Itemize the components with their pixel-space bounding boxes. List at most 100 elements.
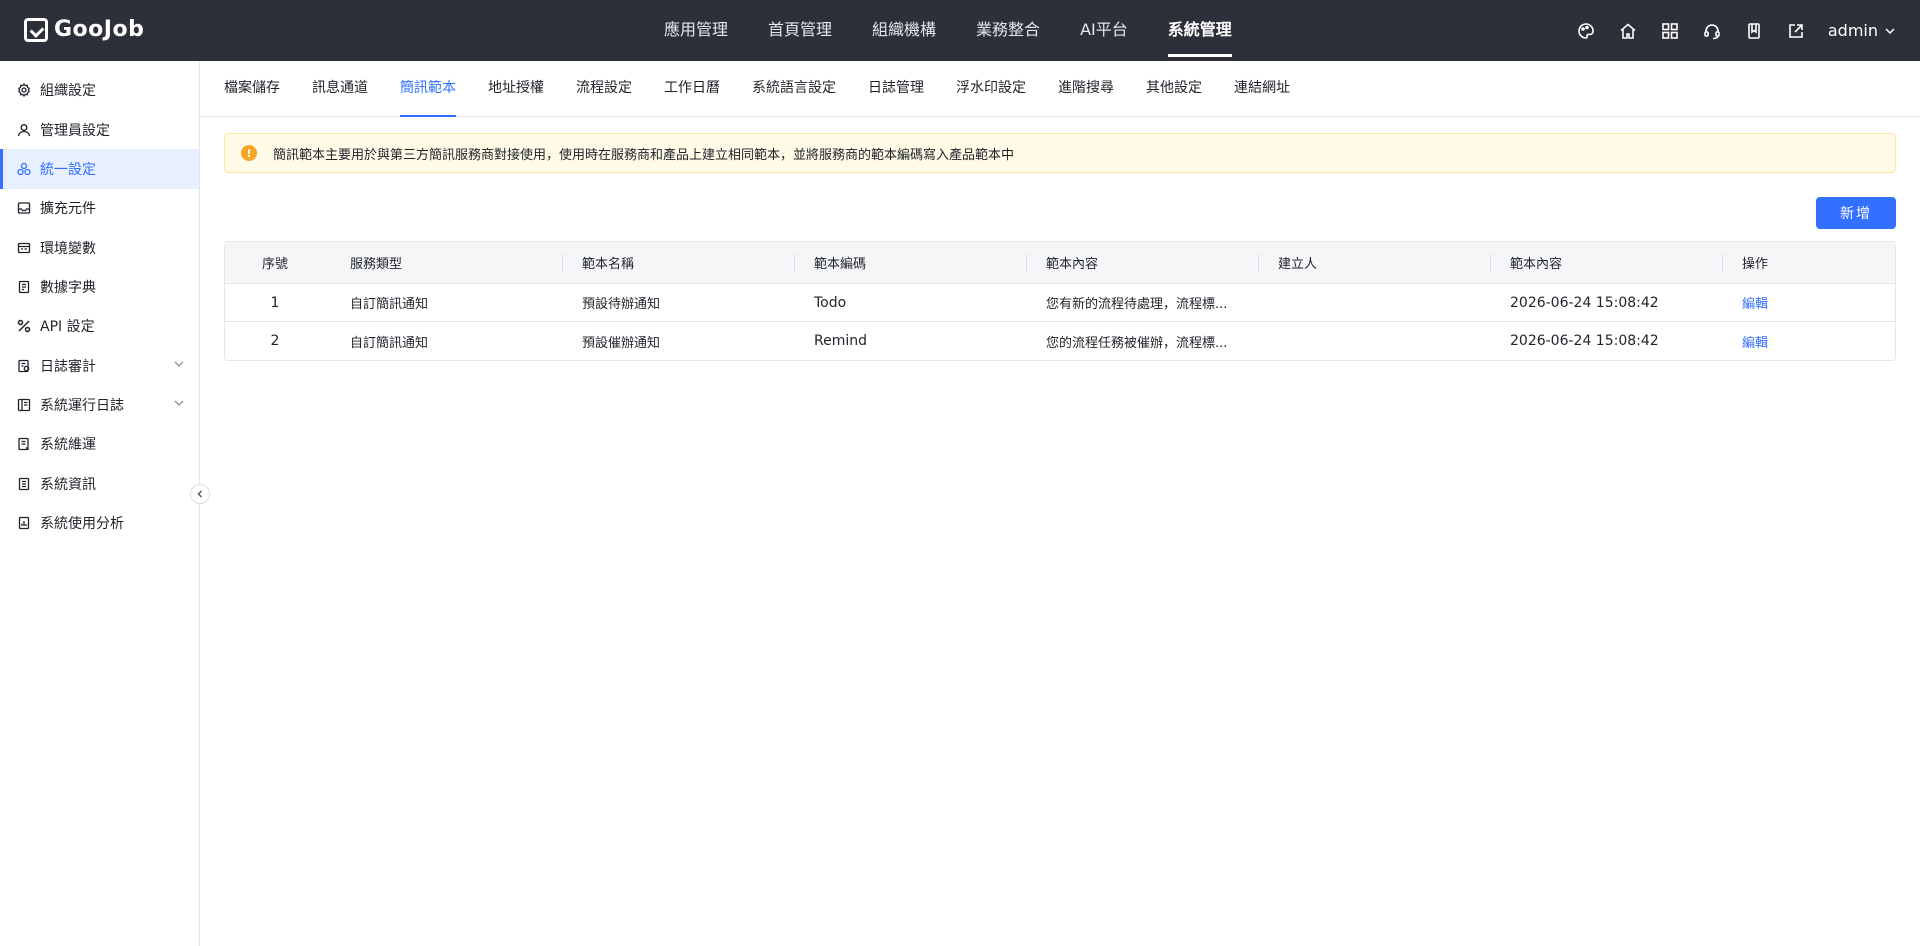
tab-file-storage[interactable]: 檔案儲存: [224, 61, 280, 117]
table-header: 序號 服務類型 範本名稱 範本編碼 範本內容 建立人 範本內容 操作: [225, 242, 1895, 284]
chevron-down-icon: [174, 361, 184, 367]
column-header: 範本名稱: [582, 257, 635, 272]
palette-icon[interactable]: [1576, 21, 1596, 41]
cell-created-time: 2026-06-24 15:08:42: [1510, 333, 1659, 349]
column-header: 序號: [261, 257, 288, 272]
topnav-item-ai[interactable]: AI平台: [1080, 0, 1128, 61]
column-header: 建立人: [1278, 257, 1318, 272]
cell-service-type: 自訂簡訊通知: [350, 297, 429, 312]
log-icon: [16, 397, 32, 413]
cell-creator: [1278, 322, 1478, 360]
topnav-item-org[interactable]: 組織機構: [872, 0, 936, 61]
sidebar-item-label: 日誌審計: [40, 359, 96, 375]
sidebar-item-label: 組織設定: [40, 83, 96, 99]
tab-language-settings[interactable]: 系統語言設定: [752, 61, 836, 117]
sidebar-item-label: 統一設定: [40, 162, 96, 178]
sidebar: 組織設定 管理員設定 統一設定 擴充元件 環境變數 數據字典 API 設定 日誌…: [0, 61, 200, 946]
top-bar: GooJob 應用管理 首頁管理 組織機構 業務整合 AI平台 系統管理 adm…: [0, 0, 1920, 61]
sidebar-item-usage-analysis[interactable]: 系統使用分析: [0, 503, 199, 543]
export-icon[interactable]: [1786, 21, 1806, 41]
edit-link[interactable]: 編輯: [1742, 322, 1882, 360]
edit-link[interactable]: 編輯: [1742, 284, 1882, 321]
add-template-button[interactable]: 新增: [1816, 197, 1896, 229]
sidebar-item-label: 管理員設定: [40, 123, 110, 139]
cell-no: 2: [270, 333, 280, 349]
sidebar-item-admin-settings[interactable]: 管理員設定: [0, 110, 199, 150]
tab-advanced-search[interactable]: 進階搜尋: [1058, 61, 1114, 117]
sms-template-table: 序號 服務類型 範本名稱 範本編碼 範本內容 建立人 範本內容 操作 1 自訂簡…: [224, 241, 1896, 361]
sidebar-item-audit-log[interactable]: 日誌審計: [0, 346, 199, 386]
sidebar-item-system-info[interactable]: 系統資訊: [0, 464, 199, 504]
api-icon: [16, 318, 32, 334]
sidebar-item-unified-settings[interactable]: 統一設定: [0, 149, 199, 189]
tab-watermark-settings[interactable]: 浮水印設定: [956, 61, 1026, 117]
tab-sms-template[interactable]: 簡訊範本: [400, 61, 456, 117]
tab-message-channel[interactable]: 訊息通道: [312, 61, 368, 117]
variable-icon: [16, 240, 32, 256]
tab-work-calendar[interactable]: 工作日曆: [664, 61, 720, 117]
alert-text: 簡訊範本主要用於與第三方簡訊服務商對接使用，使用時在服務商和產品上建立相同範本，…: [273, 147, 1015, 163]
cell-template-name: 預設待辦通知: [582, 297, 661, 312]
sidebar-item-org-settings[interactable]: 組織設定: [0, 70, 199, 110]
top-right-tools: admin: [1576, 0, 1896, 61]
dictionary-icon: [16, 279, 32, 295]
info-icon: [16, 476, 32, 492]
sidebar-item-extensions[interactable]: 擴充元件: [0, 188, 199, 228]
user-icon: [16, 122, 32, 138]
gear-icon: [16, 82, 32, 98]
topnav-item-apps[interactable]: 應用管理: [664, 0, 728, 61]
apps-grid-icon[interactable]: [1660, 21, 1680, 41]
tab-link-urls[interactable]: 連結網址: [1234, 61, 1290, 117]
home-icon[interactable]: [1618, 21, 1638, 41]
cell-template-code: Remind: [814, 333, 867, 349]
sidebar-item-label: 擴充元件: [40, 201, 96, 217]
cell-template-content: 您有新的流程待處理，流程標...: [1046, 297, 1228, 312]
column-header: 範本內容: [1046, 257, 1099, 272]
sidebar-item-data-dictionary[interactable]: 數據字典: [0, 267, 199, 307]
sidebar-item-maintenance[interactable]: 系統維運: [0, 424, 199, 464]
brand-logo[interactable]: GooJob: [24, 17, 144, 42]
column-header: 範本編碼: [814, 257, 867, 272]
sidebar-collapse-button[interactable]: [190, 484, 210, 504]
book-icon[interactable]: [1744, 21, 1764, 41]
column-header: 範本內容: [1510, 257, 1563, 272]
user-menu[interactable]: admin: [1828, 21, 1896, 40]
table-row: 2 自訂簡訊通知 預設催辦通知 Remind 您的流程任務被催辦，流程標... …: [225, 322, 1895, 360]
topnav-item-integration[interactable]: 業務整合: [976, 0, 1040, 61]
tab-log-management[interactable]: 日誌管理: [868, 61, 924, 117]
tab-address-auth[interactable]: 地址授權: [488, 61, 544, 117]
chevron-down-icon: [1885, 27, 1895, 34]
maintenance-icon: [16, 436, 32, 452]
topnav-item-home[interactable]: 首頁管理: [768, 0, 832, 61]
sidebar-item-label: 系統使用分析: [40, 516, 124, 532]
column-divider: [794, 254, 795, 272]
column-divider: [562, 254, 563, 272]
brand-name: GooJob: [54, 17, 145, 42]
audit-icon: [16, 358, 32, 374]
sidebar-item-label: API 設定: [40, 319, 95, 335]
tab-flow-settings[interactable]: 流程設定: [576, 61, 632, 117]
logo-mark-icon: [24, 17, 48, 42]
settings-tabs: 檔案儲存 訊息通道 簡訊範本 地址授權 流程設定 工作日曆 系統語言設定 日誌管…: [200, 61, 1920, 117]
sidebar-item-label: 系統資訊: [40, 477, 96, 493]
column-header: 操作: [1742, 257, 1769, 272]
cell-no: 1: [270, 294, 280, 311]
sidebar-item-runtime-log[interactable]: 系統運行日誌: [0, 385, 199, 425]
column-divider: [1258, 254, 1259, 272]
headset-icon[interactable]: [1702, 21, 1722, 41]
user-name: admin: [1827, 21, 1878, 40]
cell-template-name: 預設催辦通知: [582, 335, 661, 351]
topnav-item-system[interactable]: 系統管理: [1167, 0, 1232, 61]
tab-other-settings[interactable]: 其他設定: [1146, 61, 1202, 117]
sidebar-item-label: 數據字典: [40, 280, 96, 296]
cell-service-type: 自訂簡訊通知: [350, 335, 429, 351]
analysis-icon: [16, 515, 32, 531]
sidebar-item-label: 系統運行日誌: [40, 398, 124, 414]
chevron-left-icon: [197, 490, 203, 498]
sidebar-item-api-settings[interactable]: API 設定: [0, 306, 199, 346]
chevron-down-icon: [174, 400, 184, 406]
sidebar-item-label: 系統維運: [40, 437, 96, 453]
column-divider: [1490, 254, 1491, 272]
sidebar-item-env-variables[interactable]: 環境變數: [0, 228, 199, 268]
cell-template-code: Todo: [814, 294, 847, 311]
